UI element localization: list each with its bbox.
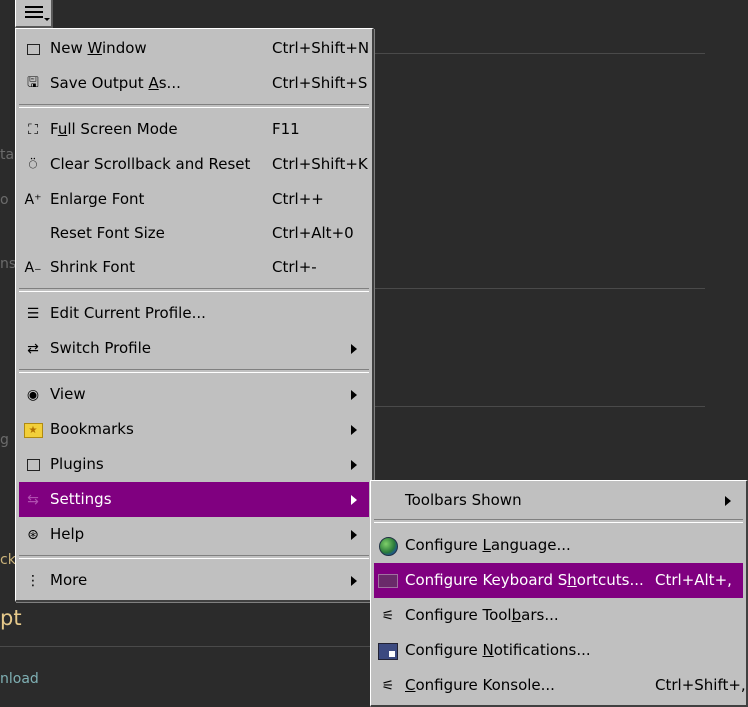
menu-item-label: More — [50, 571, 88, 589]
menu-item-new-window[interactable]: New Window Ctrl+Shift+N — [19, 31, 369, 66]
menu-item-shortcut: Ctrl+Shift+N — [272, 39, 370, 57]
menu-item-configure-notifications[interactable]: Configure Notifications... — [374, 633, 743, 668]
settings-icon: ⇆ — [27, 492, 39, 508]
menu-item-label: New Window — [50, 39, 147, 57]
enlarge-font-icon: A⁺ — [24, 192, 42, 208]
menu-item-plugins[interactable]: Plugins — [19, 447, 369, 482]
background-text: o — [0, 192, 9, 208]
menu-separator — [19, 369, 369, 373]
menu-item-label: Configure Notifications... — [405, 641, 591, 659]
background-text: g — [0, 432, 9, 448]
eye-icon: ◉ — [26, 387, 40, 403]
menu-item-label: Settings — [50, 490, 112, 508]
menu-item-shortcut: Ctrl++ — [272, 190, 324, 208]
menu-item-label: Configure Language... — [405, 536, 571, 554]
configure-toolbars-icon: ⚟ — [381, 608, 395, 624]
divider — [374, 53, 705, 54]
menu-item-label: Full Screen Mode — [50, 120, 178, 138]
menu-item-label: Reset Font Size — [50, 224, 165, 242]
menu-item-label: Help — [50, 525, 85, 543]
menu-item-label: Clear Scrollback and Reset — [50, 155, 251, 173]
menu-separator — [19, 104, 369, 108]
menu-item-bookmarks[interactable]: ★ Bookmarks — [19, 412, 369, 447]
menu-item-shortcut: Ctrl+Shift+K — [272, 155, 368, 173]
fullscreen-icon: ⛶ — [28, 122, 38, 138]
menu-item-save-output[interactable]: 🖫 Save Output As... Ctrl+Shift+S — [19, 66, 369, 101]
menu-item-label: View — [50, 385, 86, 403]
menu-item-help[interactable]: ⊛ Help — [19, 517, 369, 552]
new-window-icon — [23, 39, 43, 59]
save-output-icon: 🖫 — [27, 75, 39, 91]
menu-item-configure-konsole[interactable]: ⚟ Configure Konsole... Ctrl+Shift+, — [374, 668, 746, 703]
shrink-font-icon: A₋ — [24, 260, 42, 276]
menu-item-label: Switch Profile — [50, 339, 152, 357]
menu-item-shortcut: Ctrl+Shift+S — [272, 74, 368, 92]
menu-item-shortcut: Ctrl+Shift+, — [655, 676, 746, 694]
globe-icon — [378, 536, 398, 556]
clear-icon: ⍥ — [28, 157, 38, 173]
menu-item-label: Toolbars Shown — [405, 491, 522, 509]
submenu-arrow-icon — [351, 344, 357, 354]
menu-item-view[interactable]: ◉ View — [19, 377, 369, 412]
background-heading: pt — [0, 606, 22, 630]
divider — [374, 288, 705, 289]
menu-item-reset-font-size[interactable]: Reset Font Size Ctrl+Alt+0 — [19, 216, 369, 251]
menu-item-shrink-font[interactable]: A₋ Shrink Font Ctrl+- — [19, 250, 369, 285]
menu-item-clear-scrollback[interactable]: ⍥ Clear Scrollback and Reset Ctrl+Shift+… — [19, 147, 369, 182]
menu-item-label: Plugins — [50, 455, 104, 473]
edit-profile-icon: ☰ — [26, 306, 40, 322]
menu-item-settings[interactable]: ⇆ Settings — [19, 482, 369, 517]
menu-item-shortcut: F11 — [272, 120, 300, 138]
submenu-arrow-icon — [351, 425, 357, 435]
menu-item-shortcut: Ctrl+Alt+0 — [272, 224, 354, 242]
menu-separator — [19, 288, 369, 292]
notifications-icon — [378, 641, 398, 661]
submenu-arrow-icon — [351, 495, 357, 505]
menu-item-label: Edit Current Profile... — [50, 304, 206, 322]
configure-konsole-icon: ⚟ — [381, 678, 395, 694]
menu-item-full-screen[interactable]: ⛶ Full Screen Mode F11 — [19, 112, 369, 147]
submenu-arrow-icon — [351, 576, 357, 586]
menu-item-switch-profile[interactable]: ⇄ Switch Profile — [19, 331, 369, 366]
menu-item-configure-keyboard-shortcuts[interactable]: Configure Keyboard Shortcuts... Ctrl+Alt… — [374, 563, 743, 598]
menu-item-shortcut: Ctrl+- — [272, 258, 317, 276]
divider — [0, 646, 370, 647]
menu-item-configure-language[interactable]: Configure Language... — [374, 528, 743, 563]
submenu-arrow-icon — [351, 390, 357, 400]
menu-item-label: Save Output As... — [50, 74, 181, 92]
settings-submenu: Toolbars Shown Configure Language... Con… — [370, 480, 748, 707]
menu-item-label: Shrink Font — [50, 258, 135, 276]
menu-separator — [374, 519, 743, 523]
submenu-arrow-icon — [351, 530, 357, 540]
plugins-icon — [23, 455, 43, 475]
menu-item-edit-current-profile[interactable]: ☰ Edit Current Profile... — [19, 296, 369, 331]
menu-item-enlarge-font[interactable]: A⁺ Enlarge Font Ctrl++ — [19, 182, 369, 217]
hamburger-menu-button[interactable] — [15, 0, 53, 28]
menu-item-label: Bookmarks — [50, 420, 134, 438]
menu-item-shortcut: Ctrl+Alt+, — [655, 571, 732, 589]
menu-item-label: Configure Konsole... — [405, 676, 555, 694]
keyboard-icon — [378, 571, 398, 591]
submenu-arrow-icon — [351, 460, 357, 470]
background-text: ns — [0, 256, 17, 272]
switch-profile-icon: ⇄ — [27, 341, 39, 357]
menu-separator — [19, 555, 369, 559]
background-link[interactable]: nload — [0, 671, 39, 687]
submenu-arrow-icon — [725, 496, 731, 506]
menu-item-label: Configure Keyboard Shortcuts... — [405, 571, 644, 589]
menu-item-label: Configure Toolbars... — [405, 606, 559, 624]
bookmark-folder-icon: ★ — [23, 420, 43, 440]
more-icon: ⋮ — [26, 573, 40, 589]
menu-item-configure-toolbars[interactable]: ⚟ Configure Toolbars... — [374, 598, 743, 633]
background-text: ck — [0, 552, 16, 568]
help-icon: ⊛ — [27, 527, 39, 543]
main-menu: New Window Ctrl+Shift+N 🖫 Save Output As… — [15, 28, 374, 602]
menu-item-more[interactable]: ⋮ More — [19, 563, 369, 598]
divider — [374, 406, 705, 407]
menu-item-toolbars-shown[interactable]: Toolbars Shown — [374, 483, 743, 518]
background-text: ta — [0, 147, 15, 163]
menu-item-label: Enlarge Font — [50, 190, 145, 208]
